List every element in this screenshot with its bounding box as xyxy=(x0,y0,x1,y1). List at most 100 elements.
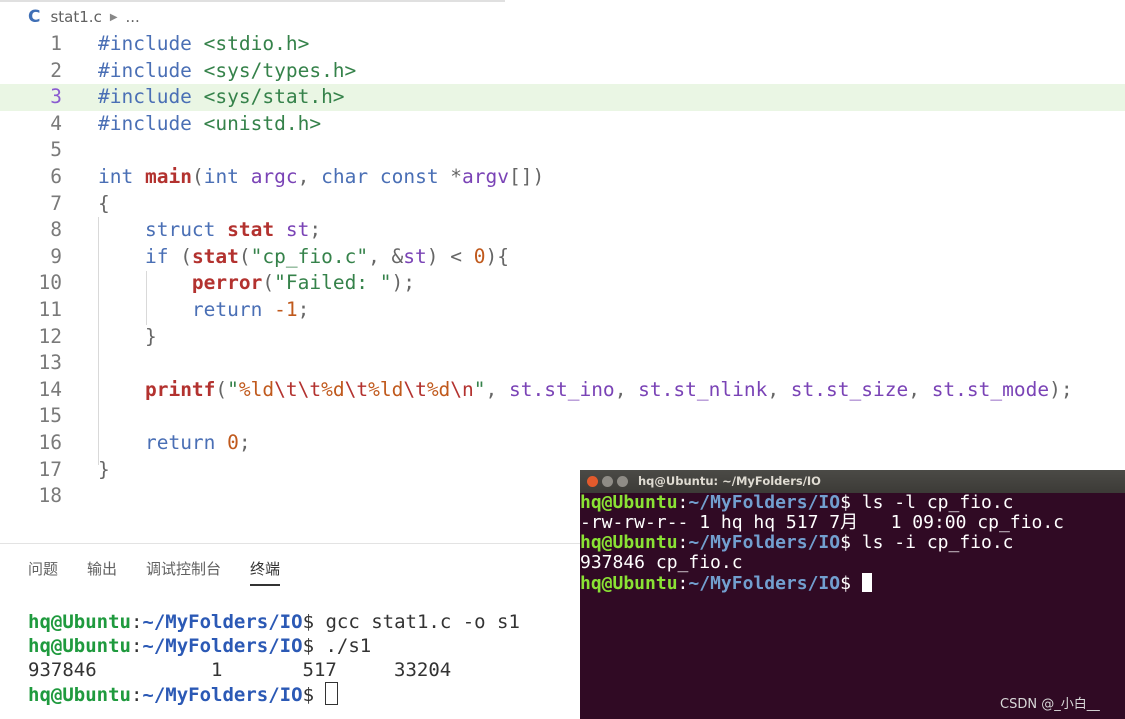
code-line[interactable]: 11 return -1; xyxy=(0,297,1125,324)
code-line[interactable]: 8 struct stat st; xyxy=(0,217,1125,244)
code-line[interactable]: 6 int main(int argc, char const *argv[]) xyxy=(0,164,1125,191)
code-text: printf("%ld\t\t%d\t%ld\t%d\n", st.st_ino… xyxy=(98,377,1073,404)
maximize-icon[interactable] xyxy=(617,476,628,487)
command-text: ls -l cp_fio.c xyxy=(861,492,1014,513)
code-line[interactable]: 5 xyxy=(0,137,1125,164)
code-line[interactable]: 2 #include <sys/types.h> xyxy=(0,58,1125,85)
code-text: return -1; xyxy=(98,297,309,324)
window-titlebar[interactable]: hq@Ubuntu: ~/MyFolders/IO xyxy=(580,470,1125,493)
code-token: ; xyxy=(309,218,322,242)
code-line[interactable]: 15 xyxy=(0,403,1125,430)
code-token: []) xyxy=(509,165,545,188)
terminal-output-line: 937846 1 517 33204 xyxy=(28,658,520,682)
code-line[interactable]: 3 #include <sys/stat.h> xyxy=(0,84,1125,111)
code-token: , xyxy=(614,377,639,401)
code-token: , & xyxy=(368,244,404,268)
minimize-icon[interactable] xyxy=(602,476,613,487)
line-number: 2 xyxy=(50,58,62,82)
breadcrumb-more[interactable]: ... xyxy=(126,8,140,26)
prompt-path: ~/MyFolders/IO xyxy=(688,492,841,513)
code-token: ; xyxy=(297,298,310,321)
line-number: 17 xyxy=(38,457,62,481)
panel-tab[interactable]: 问题 xyxy=(28,558,58,586)
code-token: char xyxy=(321,165,369,188)
output-text: 937846 1 517 33204 xyxy=(28,659,452,681)
panel-tab[interactable]: 调试控制台 xyxy=(146,558,221,586)
code-token: st xyxy=(403,244,427,268)
terminal-output[interactable]: hq@Ubuntu:~/MyFolders/IO$ ls -l cp_fio.c… xyxy=(580,493,1125,594)
chevron-right-icon: ▶ xyxy=(109,11,118,23)
ubuntu-terminal-window[interactable]: hq@Ubuntu: ~/MyFolders/IO hq@Ubuntu:~/My… xyxy=(580,470,1125,719)
code-editor[interactable]: 1 #include <stdio.h> 2 #include <sys/types.… xyxy=(0,31,1125,531)
code-token: , xyxy=(297,165,322,188)
command-text: ls -i cp_fio.c xyxy=(861,532,1014,553)
code-token: \t xyxy=(344,377,369,401)
code-token: * xyxy=(438,165,463,188)
prompt-symbol: $ xyxy=(840,492,862,513)
breadcrumb-file[interactable]: stat1.c xyxy=(50,8,101,26)
code-token: int xyxy=(203,165,239,188)
code-token: <sys/stat.h> xyxy=(203,85,345,109)
code-token: st.st_ino xyxy=(509,377,615,401)
code-line[interactable]: 7{ xyxy=(0,191,1125,218)
code-token: -1 xyxy=(274,298,298,321)
line-number: 7 xyxy=(50,191,62,215)
line-number: 1 xyxy=(50,32,62,55)
code-line[interactable]: 16 return 0; xyxy=(0,430,1125,457)
prompt-user: hq@Ubuntu xyxy=(28,611,131,633)
code-line[interactable]: 10 perror("Failed: "); xyxy=(0,270,1125,297)
code-token: %d xyxy=(321,377,345,401)
watermark: CSDN @_小白__ xyxy=(1000,697,1100,712)
code-line[interactable]: 1 #include <stdio.h> xyxy=(0,31,1125,58)
code-text: int main(int argc, char const *argv[]) xyxy=(98,164,544,191)
code-token: st xyxy=(285,218,310,242)
code-token: struct xyxy=(144,218,216,242)
terminal-prompt-line: hq@Ubuntu:~/MyFolders/IO$ ls -l cp_fio.c xyxy=(580,493,1125,513)
code-token: ( xyxy=(262,271,275,295)
line-number: 14 xyxy=(38,377,62,401)
code-line[interactable]: 14 printf("%ld\t\t%d\t%ld\t%d\n", st.st_… xyxy=(0,377,1125,404)
code-token: ){ xyxy=(485,244,509,268)
command-text: ./s1 xyxy=(325,635,372,657)
terminal-cursor xyxy=(325,682,339,705)
code-line[interactable]: 9 if (stat("cp_fio.c", &st) < 0){ xyxy=(0,244,1125,271)
terminal-cursor xyxy=(861,573,872,592)
close-icon[interactable] xyxy=(587,476,598,487)
code-token: ( xyxy=(238,244,251,268)
prompt-path: ~/MyFolders/IO xyxy=(142,684,303,706)
code-text: struct stat st; xyxy=(98,217,321,244)
window-title: hq@Ubuntu: ~/MyFolders/IO xyxy=(638,474,821,488)
terminal-prompt-line: hq@Ubuntu:~/MyFolders/IO$ ./s1 xyxy=(28,634,520,658)
integrated-terminal[interactable]: hq@Ubuntu:~/MyFolders/IO$ gcc stat1.c -o… xyxy=(28,610,520,707)
panel-tab[interactable]: 输出 xyxy=(87,558,117,586)
code-token: int xyxy=(98,165,134,188)
prompt-symbol: $ xyxy=(302,611,326,633)
code-text: { xyxy=(98,191,110,218)
prompt-user: hq@Ubuntu xyxy=(580,532,678,553)
line-number: 5 xyxy=(50,138,62,162)
terminal-output-line: -rw-rw-r-- 1 hq hq 517 7月 1 09:00 cp_fio… xyxy=(580,513,1125,533)
panel-tab[interactable]: 终端 xyxy=(250,558,281,586)
code-text: #include <stdio.h> xyxy=(98,31,309,58)
code-token: <sys/types.h> xyxy=(203,58,357,82)
prompt-user: hq@Ubuntu xyxy=(28,684,131,706)
code-token: st.st_nlink xyxy=(638,377,768,401)
code-line[interactable]: 12 } xyxy=(0,324,1125,351)
code-line[interactable]: 4 #include <unistd.h> xyxy=(0,111,1125,138)
code-token: stat xyxy=(227,218,275,242)
line-number: 18 xyxy=(38,484,62,508)
line-number: 11 xyxy=(38,298,62,321)
code-token: ); xyxy=(391,271,416,295)
line-number: 3 xyxy=(50,85,62,109)
terminal-prompt-line: hq@Ubuntu:~/MyFolders/IO$ gcc stat1.c -o… xyxy=(28,610,520,634)
prompt-path: ~/MyFolders/IO xyxy=(688,532,841,553)
code-line[interactable]: 13 xyxy=(0,350,1125,377)
c-language-icon: C xyxy=(28,7,41,27)
code-token: #include xyxy=(98,32,192,55)
